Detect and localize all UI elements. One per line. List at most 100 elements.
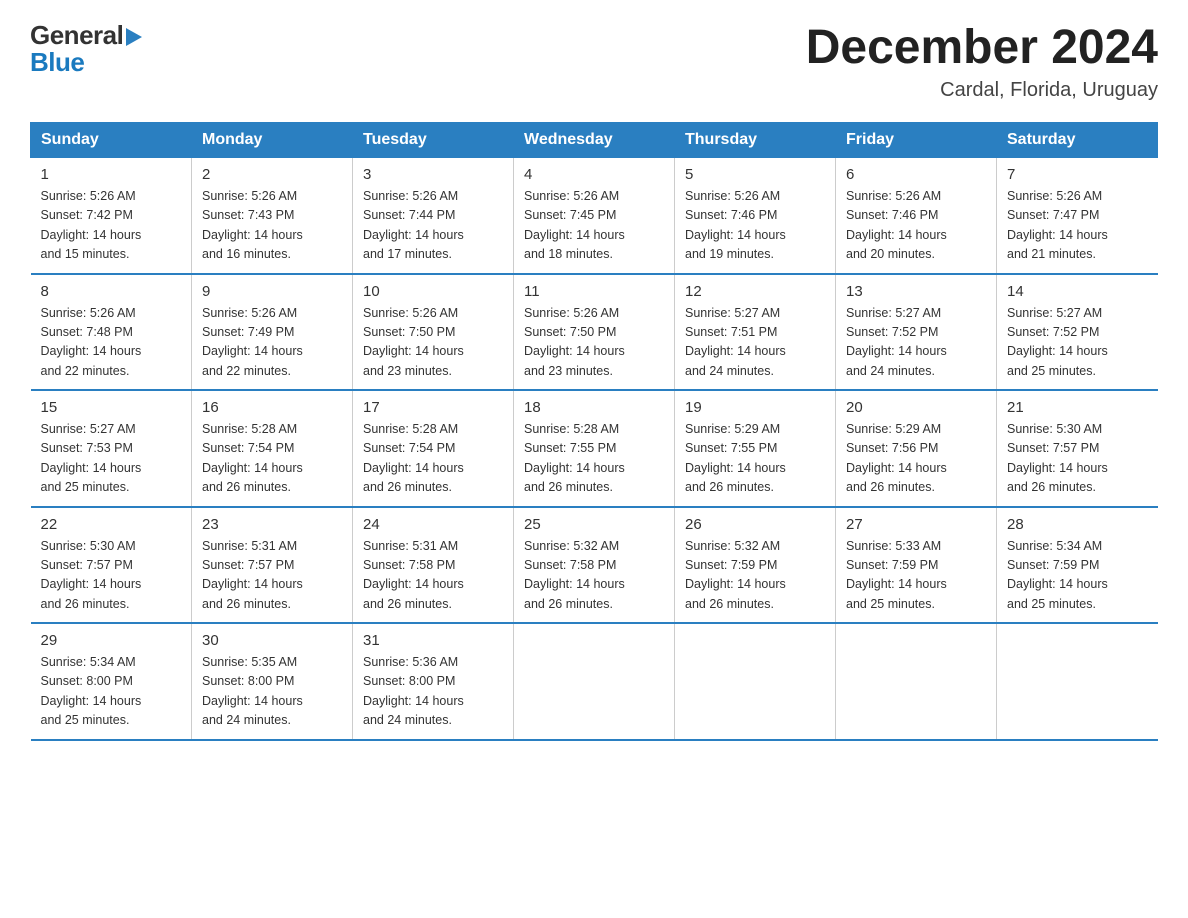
- day-info: Sunrise: 5:26 AMSunset: 7:44 PMDaylight:…: [363, 189, 464, 261]
- table-row: 23 Sunrise: 5:31 AMSunset: 7:57 PMDaylig…: [192, 507, 353, 624]
- table-row: 11 Sunrise: 5:26 AMSunset: 7:50 PMDaylig…: [514, 274, 675, 391]
- day-number: 24: [363, 516, 503, 533]
- day-info: Sunrise: 5:27 AMSunset: 7:53 PMDaylight:…: [41, 422, 142, 494]
- day-info: Sunrise: 5:26 AMSunset: 7:43 PMDaylight:…: [202, 189, 303, 261]
- day-info: Sunrise: 5:26 AMSunset: 7:49 PMDaylight:…: [202, 306, 303, 378]
- logo-triangle-icon: [126, 28, 142, 46]
- page-header: General Blue December 2024 Cardal, Flori…: [30, 20, 1158, 102]
- day-number: 12: [685, 283, 825, 300]
- calendar-title-area: December 2024 Cardal, Florida, Uruguay: [806, 20, 1158, 102]
- col-tuesday: Tuesday: [353, 123, 514, 158]
- day-number: 25: [524, 516, 664, 533]
- day-info: Sunrise: 5:33 AMSunset: 7:59 PMDaylight:…: [846, 539, 947, 611]
- day-number: 3: [363, 166, 503, 183]
- day-number: 11: [524, 283, 664, 300]
- day-number: 10: [363, 283, 503, 300]
- col-sunday: Sunday: [31, 123, 192, 158]
- col-friday: Friday: [836, 123, 997, 158]
- day-number: 20: [846, 399, 986, 416]
- table-row: 31 Sunrise: 5:36 AMSunset: 8:00 PMDaylig…: [353, 623, 514, 740]
- calendar-week-row: 15 Sunrise: 5:27 AMSunset: 7:53 PMDaylig…: [31, 390, 1158, 507]
- table-row: 17 Sunrise: 5:28 AMSunset: 7:54 PMDaylig…: [353, 390, 514, 507]
- table-row: 1 Sunrise: 5:26 AMSunset: 7:42 PMDayligh…: [31, 158, 192, 274]
- day-info: Sunrise: 5:27 AMSunset: 7:51 PMDaylight:…: [685, 306, 786, 378]
- day-info: Sunrise: 5:34 AMSunset: 7:59 PMDaylight:…: [1007, 539, 1108, 611]
- day-number: 8: [41, 283, 182, 300]
- table-row: 2 Sunrise: 5:26 AMSunset: 7:43 PMDayligh…: [192, 158, 353, 274]
- logo: General Blue: [30, 20, 142, 78]
- day-info: Sunrise: 5:29 AMSunset: 7:55 PMDaylight:…: [685, 422, 786, 494]
- table-row: 19 Sunrise: 5:29 AMSunset: 7:55 PMDaylig…: [675, 390, 836, 507]
- table-row: 3 Sunrise: 5:26 AMSunset: 7:44 PMDayligh…: [353, 158, 514, 274]
- month-title: December 2024: [806, 20, 1158, 75]
- day-number: 29: [41, 632, 182, 649]
- day-info: Sunrise: 5:28 AMSunset: 7:54 PMDaylight:…: [363, 422, 464, 494]
- day-info: Sunrise: 5:30 AMSunset: 7:57 PMDaylight:…: [1007, 422, 1108, 494]
- day-number: 26: [685, 516, 825, 533]
- day-info: Sunrise: 5:35 AMSunset: 8:00 PMDaylight:…: [202, 655, 303, 727]
- table-row: 28 Sunrise: 5:34 AMSunset: 7:59 PMDaylig…: [997, 507, 1158, 624]
- day-info: Sunrise: 5:29 AMSunset: 7:56 PMDaylight:…: [846, 422, 947, 494]
- day-info: Sunrise: 5:32 AMSunset: 7:58 PMDaylight:…: [524, 539, 625, 611]
- day-number: 9: [202, 283, 342, 300]
- day-info: Sunrise: 5:26 AMSunset: 7:42 PMDaylight:…: [41, 189, 142, 261]
- table-row: 9 Sunrise: 5:26 AMSunset: 7:49 PMDayligh…: [192, 274, 353, 391]
- table-row: 13 Sunrise: 5:27 AMSunset: 7:52 PMDaylig…: [836, 274, 997, 391]
- day-info: Sunrise: 5:31 AMSunset: 7:58 PMDaylight:…: [363, 539, 464, 611]
- day-info: Sunrise: 5:34 AMSunset: 8:00 PMDaylight:…: [41, 655, 142, 727]
- day-number: 19: [685, 399, 825, 416]
- day-number: 31: [363, 632, 503, 649]
- col-monday: Monday: [192, 123, 353, 158]
- col-saturday: Saturday: [997, 123, 1158, 158]
- day-number: 23: [202, 516, 342, 533]
- day-info: Sunrise: 5:28 AMSunset: 7:54 PMDaylight:…: [202, 422, 303, 494]
- day-info: Sunrise: 5:31 AMSunset: 7:57 PMDaylight:…: [202, 539, 303, 611]
- table-row: 10 Sunrise: 5:26 AMSunset: 7:50 PMDaylig…: [353, 274, 514, 391]
- day-info: Sunrise: 5:26 AMSunset: 7:46 PMDaylight:…: [685, 189, 786, 261]
- day-info: Sunrise: 5:26 AMSunset: 7:50 PMDaylight:…: [524, 306, 625, 378]
- table-row: 14 Sunrise: 5:27 AMSunset: 7:52 PMDaylig…: [997, 274, 1158, 391]
- day-number: 15: [41, 399, 182, 416]
- table-row: 24 Sunrise: 5:31 AMSunset: 7:58 PMDaylig…: [353, 507, 514, 624]
- table-row: 12 Sunrise: 5:27 AMSunset: 7:51 PMDaylig…: [675, 274, 836, 391]
- day-info: Sunrise: 5:27 AMSunset: 7:52 PMDaylight:…: [846, 306, 947, 378]
- day-info: Sunrise: 5:36 AMSunset: 8:00 PMDaylight:…: [363, 655, 464, 727]
- day-number: 16: [202, 399, 342, 416]
- calendar-table: Sunday Monday Tuesday Wednesday Thursday…: [30, 122, 1158, 741]
- table-row: [675, 623, 836, 740]
- calendar-week-row: 8 Sunrise: 5:26 AMSunset: 7:48 PMDayligh…: [31, 274, 1158, 391]
- day-info: Sunrise: 5:32 AMSunset: 7:59 PMDaylight:…: [685, 539, 786, 611]
- table-row: 8 Sunrise: 5:26 AMSunset: 7:48 PMDayligh…: [31, 274, 192, 391]
- calendar-week-row: 22 Sunrise: 5:30 AMSunset: 7:57 PMDaylig…: [31, 507, 1158, 624]
- day-info: Sunrise: 5:27 AMSunset: 7:52 PMDaylight:…: [1007, 306, 1108, 378]
- col-thursday: Thursday: [675, 123, 836, 158]
- day-info: Sunrise: 5:28 AMSunset: 7:55 PMDaylight:…: [524, 422, 625, 494]
- table-row: 22 Sunrise: 5:30 AMSunset: 7:57 PMDaylig…: [31, 507, 192, 624]
- table-row: 16 Sunrise: 5:28 AMSunset: 7:54 PMDaylig…: [192, 390, 353, 507]
- day-number: 6: [846, 166, 986, 183]
- day-number: 13: [846, 283, 986, 300]
- table-row: [514, 623, 675, 740]
- day-number: 7: [1007, 166, 1148, 183]
- day-number: 22: [41, 516, 182, 533]
- day-number: 21: [1007, 399, 1148, 416]
- day-number: 18: [524, 399, 664, 416]
- table-row: [836, 623, 997, 740]
- day-info: Sunrise: 5:30 AMSunset: 7:57 PMDaylight:…: [41, 539, 142, 611]
- day-info: Sunrise: 5:26 AMSunset: 7:47 PMDaylight:…: [1007, 189, 1108, 261]
- day-info: Sunrise: 5:26 AMSunset: 7:46 PMDaylight:…: [846, 189, 947, 261]
- day-info: Sunrise: 5:26 AMSunset: 7:48 PMDaylight:…: [41, 306, 142, 378]
- day-number: 28: [1007, 516, 1148, 533]
- day-info: Sunrise: 5:26 AMSunset: 7:50 PMDaylight:…: [363, 306, 464, 378]
- day-info: Sunrise: 5:26 AMSunset: 7:45 PMDaylight:…: [524, 189, 625, 261]
- day-number: 5: [685, 166, 825, 183]
- day-number: 30: [202, 632, 342, 649]
- calendar-week-row: 1 Sunrise: 5:26 AMSunset: 7:42 PMDayligh…: [31, 158, 1158, 274]
- table-row: 7 Sunrise: 5:26 AMSunset: 7:47 PMDayligh…: [997, 158, 1158, 274]
- day-number: 27: [846, 516, 986, 533]
- col-wednesday: Wednesday: [514, 123, 675, 158]
- calendar-week-row: 29 Sunrise: 5:34 AMSunset: 8:00 PMDaylig…: [31, 623, 1158, 740]
- day-number: 17: [363, 399, 503, 416]
- table-row: 29 Sunrise: 5:34 AMSunset: 8:00 PMDaylig…: [31, 623, 192, 740]
- table-row: 6 Sunrise: 5:26 AMSunset: 7:46 PMDayligh…: [836, 158, 997, 274]
